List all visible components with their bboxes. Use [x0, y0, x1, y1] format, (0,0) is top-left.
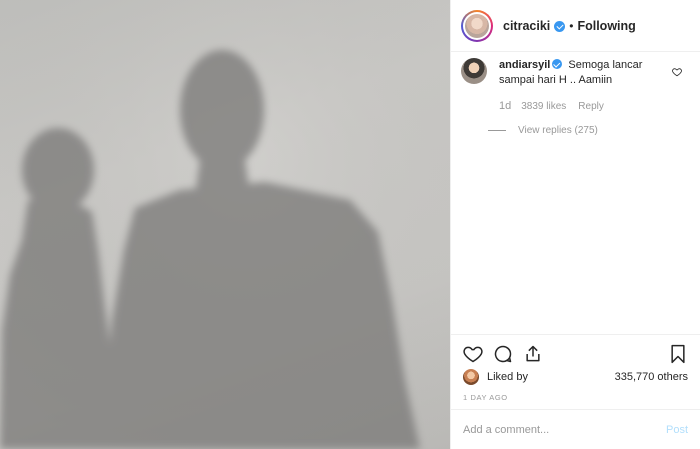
comment-body: andiarsyil Semoga lancar sampai hari H .… [488, 58, 669, 138]
author-username[interactable]: citraciki [503, 19, 550, 33]
bookmark-icon[interactable] [668, 344, 688, 364]
comment-text-block: andiarsyil Semoga lancar sampai hari H .… [499, 58, 669, 88]
heart-icon[interactable] [463, 344, 483, 364]
post-comment-button[interactable]: Post [666, 424, 688, 436]
verified-badge-icon [554, 21, 566, 32]
comment-meta: 1d 3839 likes Reply [499, 99, 669, 114]
header-separator: • [569, 18, 574, 33]
comment-likes[interactable]: 3839 likes [521, 99, 566, 114]
instagram-post: citraciki • Following andiarsyil Semoga … [0, 0, 700, 449]
comment-item: andiarsyil Semoga lancar sampai hari H .… [451, 52, 700, 138]
comment-icon[interactable] [493, 344, 513, 364]
view-replies-label: View replies (275) [518, 125, 598, 136]
action-bar [451, 334, 700, 372]
liker-avatar[interactable] [463, 369, 479, 385]
comment-age[interactable]: 1d [499, 99, 511, 114]
verified-badge-icon [552, 59, 563, 69]
comment-input[interactable] [463, 423, 666, 436]
view-replies-button[interactable]: View replies (275) [488, 123, 669, 138]
post-photo[interactable] [0, 0, 450, 449]
shadow-silhouettes-image [0, 0, 450, 449]
liked-by-row: Liked by 335,770 others [463, 369, 688, 385]
likes-count-link[interactable]: 335,770 others [615, 371, 688, 383]
comment-like-heart-icon[interactable] [672, 64, 682, 82]
liked-by-label: Liked by [487, 371, 528, 383]
replies-divider [488, 130, 506, 131]
commenter-username[interactable]: andiarsyil [499, 59, 550, 71]
following-button[interactable]: Following [577, 19, 635, 33]
post-side-panel: citraciki • Following andiarsyil Semoga … [450, 0, 700, 449]
share-icon[interactable] [523, 344, 543, 364]
add-comment-bar: Post [451, 409, 700, 449]
author-avatar [465, 13, 489, 38]
story-ring[interactable] [461, 9, 493, 42]
reply-button[interactable]: Reply [578, 99, 604, 114]
commenter-avatar[interactable] [461, 58, 487, 84]
avatar-frame [463, 11, 491, 40]
post-timestamp[interactable]: 1 DAY AGO [463, 393, 508, 402]
post-header: citraciki • Following [451, 0, 700, 52]
